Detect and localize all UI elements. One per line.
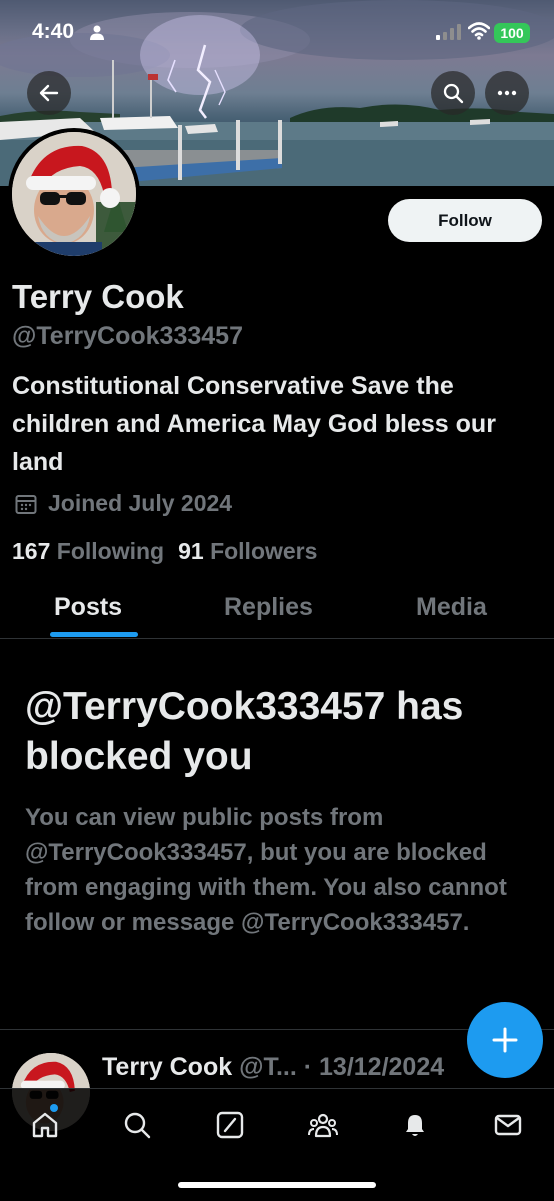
profile-handle: @TerryCook333457 [12,322,243,350]
nav-grok[interactable] [212,1107,248,1143]
following-count: 167 [12,538,51,564]
post-header[interactable]: Terry Cook @T... · 13/12/2024 [102,1053,444,1082]
blocked-title: @TerryCook333457 has blocked you [25,685,464,778]
following-label: Following [56,538,165,564]
avatar-image [12,132,136,256]
nav-search[interactable] [119,1107,155,1143]
followers-label: Followers [210,538,318,564]
nav-notifications[interactable] [397,1107,433,1143]
followers-link[interactable]: 91 Followers [178,538,317,565]
joined-date: Joined July 2024 [14,490,232,517]
search-button[interactable] [431,71,475,115]
nav-messages[interactable] [490,1107,526,1143]
followers-count: 91 [178,538,204,564]
home-icon [32,1112,58,1138]
cellular-signal-icon [436,24,461,40]
calendar-icon [15,494,37,514]
grok-icon [216,1111,244,1139]
more-options-button[interactable] [485,71,529,115]
follow-button[interactable]: Follow [388,199,542,242]
profile-stats: 167 Following 91 Followers [12,538,317,565]
messages-icon [494,1114,522,1136]
joined-text: Joined July 2024 [48,490,233,516]
notification-dot [50,1104,58,1112]
tab-replies[interactable]: Replies [224,593,313,622]
nav-communities[interactable] [305,1107,341,1143]
profile-avatar[interactable] [8,128,140,260]
profile-bio: Constitutional Conservative Save the chi… [12,372,496,476]
person-icon [90,25,104,40]
communities-icon [308,1113,338,1138]
tab-media[interactable]: Media [416,593,487,622]
search-icon [124,1112,151,1139]
profile-tabs: Posts Replies Media [0,588,554,639]
more-horizontal-icon [497,90,517,96]
blocked-description: You can view public posts from @TerryCoo… [25,804,507,936]
post-author-name: Terry Cook [102,1053,233,1081]
following-link[interactable]: 167 Following [12,538,164,565]
nav-home[interactable] [27,1104,63,1143]
status-bar: 4:40 100 [0,0,554,64]
compose-button[interactable] [467,1002,543,1078]
status-time: 4:40 [32,20,75,43]
battery-indicator: 100 [494,23,530,43]
back-button[interactable] [27,71,71,115]
tab-posts[interactable]: Posts [54,593,122,622]
active-tab-indicator [50,632,138,637]
post-meta: @T... · 13/12/2024 [239,1053,445,1081]
wifi-icon [468,22,490,40]
home-indicator [178,1182,376,1188]
search-icon [443,83,464,104]
plus-icon [492,1027,518,1053]
arrow-left-icon [39,84,59,102]
profile-name: Terry Cook [12,278,184,315]
notifications-icon [406,1115,424,1136]
